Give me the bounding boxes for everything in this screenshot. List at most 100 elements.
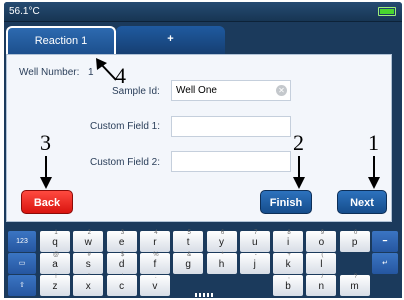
- custom-field-2-label: Custom Field 2:: [90, 157, 161, 168]
- key-d[interactable]: $ d: [106, 252, 137, 274]
- key-w[interactable]: 2w: [73, 230, 104, 252]
- clear-icon[interactable]: ✕: [276, 85, 287, 96]
- key-g[interactable]: & g: [173, 252, 204, 274]
- key-label: k: [285, 259, 291, 270]
- key-alt-label: ;: [288, 274, 290, 280]
- back-button[interactable]: Back: [21, 190, 73, 214]
- annotation-4: 4: [115, 63, 126, 88]
- key-label: x: [85, 281, 91, 292]
- key-label: n: [318, 281, 325, 292]
- tab-reaction-1[interactable]: Reaction 1: [6, 26, 116, 54]
- custom-field-1-label: Custom Field 1:: [90, 121, 161, 132]
- key-label: t: [186, 237, 190, 248]
- key-label: q: [52, 237, 58, 248]
- key-alt-label: ': [122, 274, 124, 280]
- keyboard-settings-icon: ▭: [18, 260, 26, 267]
- key-alt-label: #: [87, 252, 91, 258]
- key-label: o: [318, 237, 325, 248]
- key-x[interactable]: " x: [73, 274, 104, 296]
- key-i[interactable]: 8i: [273, 230, 304, 252]
- key-label: y: [219, 237, 224, 248]
- key-b[interactable]: ; b: [273, 274, 303, 296]
- key-label: h: [218, 259, 225, 270]
- key-alt-label: $: [120, 252, 125, 258]
- key-alt-label: :: [155, 274, 157, 280]
- key-label: m: [350, 281, 359, 292]
- key-label: d: [118, 259, 125, 270]
- key-z[interactable]: ! z: [40, 274, 70, 296]
- finish-button[interactable]: Finish: [260, 190, 312, 214]
- key-e[interactable]: 3e: [106, 230, 137, 252]
- key-label: e: [118, 237, 125, 248]
- keyboard-handle-icon[interactable]: [195, 293, 213, 297]
- key-p[interactable]: 0p: [339, 230, 370, 252]
- key-alt-label: (: [321, 252, 324, 258]
- key-label: j: [253, 259, 256, 270]
- key-alt-label: 4: [154, 230, 158, 236]
- key-alt-label: 5: [187, 230, 191, 236]
- key-alt-label: &: [187, 252, 192, 258]
- custom-field-1-input[interactable]: [171, 116, 291, 137]
- key-alt-label: 1: [54, 230, 58, 236]
- enter-key[interactable]: ↵: [372, 253, 398, 274]
- key-v[interactable]: :v: [139, 274, 170, 296]
- status-bar: 56.1°C: [4, 2, 402, 22]
- key-f[interactable]: % f: [139, 252, 170, 274]
- key-label: g: [185, 259, 191, 270]
- key-h[interactable]: * h: [206, 252, 237, 274]
- keyboard-settings-key[interactable]: ▭: [8, 253, 36, 274]
- key-l[interactable]: (l: [306, 252, 337, 274]
- key-label: i: [286, 237, 290, 248]
- key-c[interactable]: ' c: [106, 274, 137, 296]
- key-label: f: [153, 259, 157, 270]
- key-j[interactable]: -j: [239, 252, 270, 274]
- key-label: w: [84, 237, 92, 248]
- key-t[interactable]: 5t: [173, 230, 204, 252]
- key-alt-label: *: [221, 252, 224, 258]
- key-o[interactable]: 9o: [306, 230, 337, 252]
- sample-id-input[interactable]: Well One ✕: [171, 80, 291, 101]
- key-alt-label: 7: [254, 230, 258, 236]
- shift-icon: ⇧: [19, 282, 25, 289]
- backspace-icon: ━: [382, 238, 388, 245]
- key-alt-label: ": [88, 274, 91, 280]
- shift-key[interactable]: ⇧: [8, 275, 36, 296]
- numbers-mode-key[interactable]: 123: [8, 231, 36, 252]
- annotation-2: 2: [293, 130, 304, 155]
- key-alt-label: 8: [287, 230, 291, 236]
- sample-id-value: Well One: [176, 85, 217, 96]
- key-m[interactable]: ? m: [339, 274, 370, 296]
- key-label: l: [320, 259, 323, 270]
- key-k[interactable]: + k: [273, 252, 304, 274]
- key-alt-label: -: [254, 252, 257, 258]
- backspace-key[interactable]: ━: [372, 231, 398, 252]
- enter-icon: ↵: [382, 260, 388, 267]
- key-s[interactable]: # s: [73, 252, 104, 274]
- custom-field-2-input[interactable]: [171, 151, 291, 172]
- key-label: z: [52, 281, 58, 292]
- key-alt-label: !: [55, 274, 57, 280]
- key-alt-label: +: [287, 252, 291, 258]
- key-r[interactable]: 4r: [139, 230, 170, 252]
- key-q[interactable]: 1q: [40, 230, 70, 252]
- key-label: u: [252, 237, 258, 248]
- key-u[interactable]: 7u: [239, 230, 270, 252]
- key-alt-label: 0: [354, 230, 358, 236]
- key-label: s: [85, 259, 91, 270]
- key-alt-label: 9: [320, 230, 325, 236]
- temperature-readout: 56.1°C: [9, 6, 40, 17]
- key-label: r: [153, 237, 157, 248]
- key-label: v: [152, 281, 158, 292]
- battery-icon: [378, 7, 396, 16]
- well-number-label: Well Number:: [19, 67, 80, 78]
- key-n[interactable]: / n: [306, 274, 337, 296]
- key-alt-label: 3: [120, 230, 125, 236]
- annotation-3: 3: [40, 130, 51, 155]
- next-button[interactable]: Next: [337, 190, 387, 214]
- key-a[interactable]: @ a: [40, 252, 70, 274]
- key-label: b: [285, 281, 291, 292]
- key-y[interactable]: 6y: [206, 230, 237, 252]
- key-alt-label: %: [153, 252, 159, 258]
- add-tab-button[interactable]: +: [116, 26, 225, 54]
- key-alt-label: 6: [220, 230, 225, 236]
